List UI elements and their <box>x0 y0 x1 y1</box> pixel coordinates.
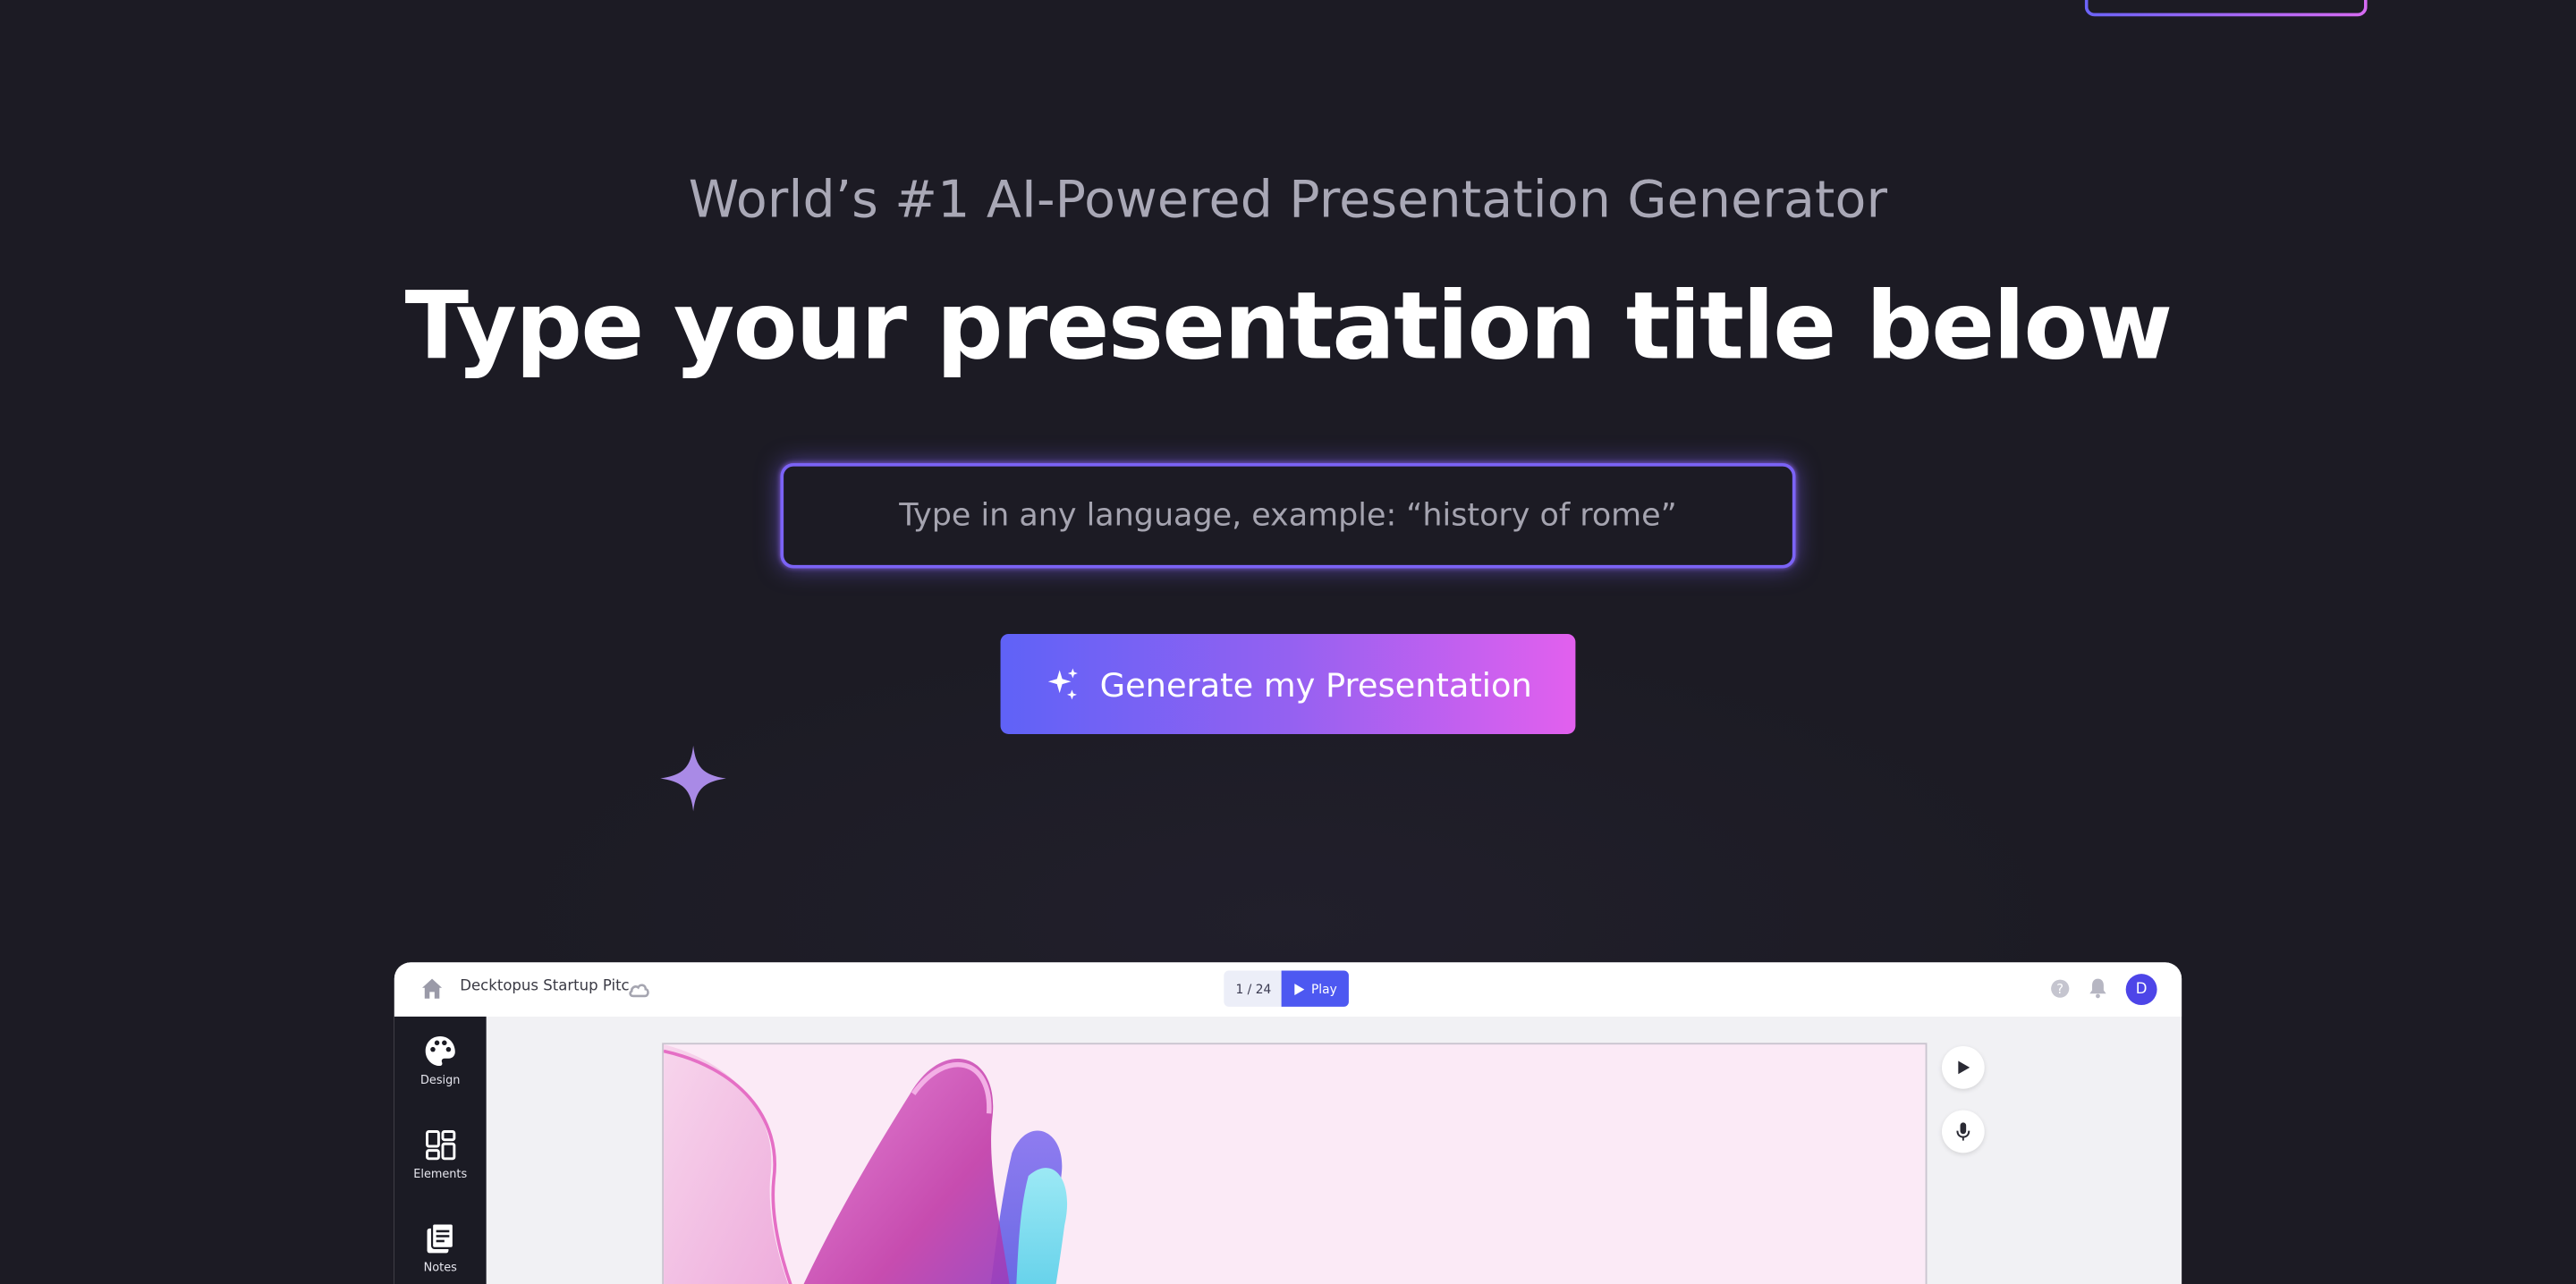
svg-text:?: ? <box>2056 982 2063 997</box>
slide-artwork <box>664 1044 1068 1284</box>
microphone-button[interactable] <box>1941 1110 1985 1153</box>
app-preview: Decktopus Startup Pitc. 1 / 24 Play ? D <box>394 962 2182 1284</box>
notes-icon <box>427 1222 455 1254</box>
top-nav-button[interactable] <box>2085 0 2368 16</box>
cloud-sync-icon <box>629 984 649 998</box>
sidebar-item-elements[interactable]: Elements <box>394 1127 487 1181</box>
sidebar-item-notes[interactable]: Notes <box>394 1221 487 1275</box>
preview-topbar: Decktopus Startup Pitc. 1 / 24 Play ? D <box>394 962 2182 1017</box>
sidebar-label-notes: Notes <box>423 1261 457 1275</box>
sidebar-item-design[interactable]: Design <box>394 1033 487 1087</box>
palette-icon <box>425 1035 455 1067</box>
play-icon <box>1294 983 1305 995</box>
bell-icon[interactable] <box>2088 977 2107 999</box>
page-counter: 1 / 24 <box>1224 970 1284 1007</box>
generate-presentation-button[interactable]: Generate my Presentation <box>1000 633 1576 735</box>
decorative-sparkle-icon <box>660 745 726 812</box>
preview-sidebar: Design Elements Notes <box>394 1016 487 1284</box>
play-icon <box>1958 1060 1970 1075</box>
sparkles-icon <box>1048 667 1079 699</box>
home-icon[interactable] <box>420 977 444 1001</box>
sidebar-label-design: Design <box>420 1074 461 1087</box>
slide-canvas[interactable] <box>662 1043 1928 1284</box>
play-slide-button[interactable] <box>1941 1045 1985 1089</box>
help-icon[interactable]: ? <box>2050 979 2070 999</box>
presentation-title-input[interactable] <box>780 462 1796 569</box>
avatar[interactable]: D <box>2125 974 2157 1006</box>
elements-icon <box>426 1130 456 1161</box>
sidebar-label-elements: Elements <box>413 1167 468 1181</box>
generate-button-label: Generate my Presentation <box>1099 663 1532 705</box>
document-title[interactable]: Decktopus Startup Pitc. <box>460 979 634 995</box>
tagline: World’s #1 AI-Powered Presentation Gener… <box>688 171 1888 231</box>
landing-page: World’s #1 AI-Powered Presentation Gener… <box>0 0 2576 1284</box>
play-label: Play <box>1311 981 1337 996</box>
microphone-icon <box>1956 1122 1970 1141</box>
play-button[interactable]: Play <box>1281 970 1349 1007</box>
page-headline: Type your presentation title below <box>404 272 2174 382</box>
